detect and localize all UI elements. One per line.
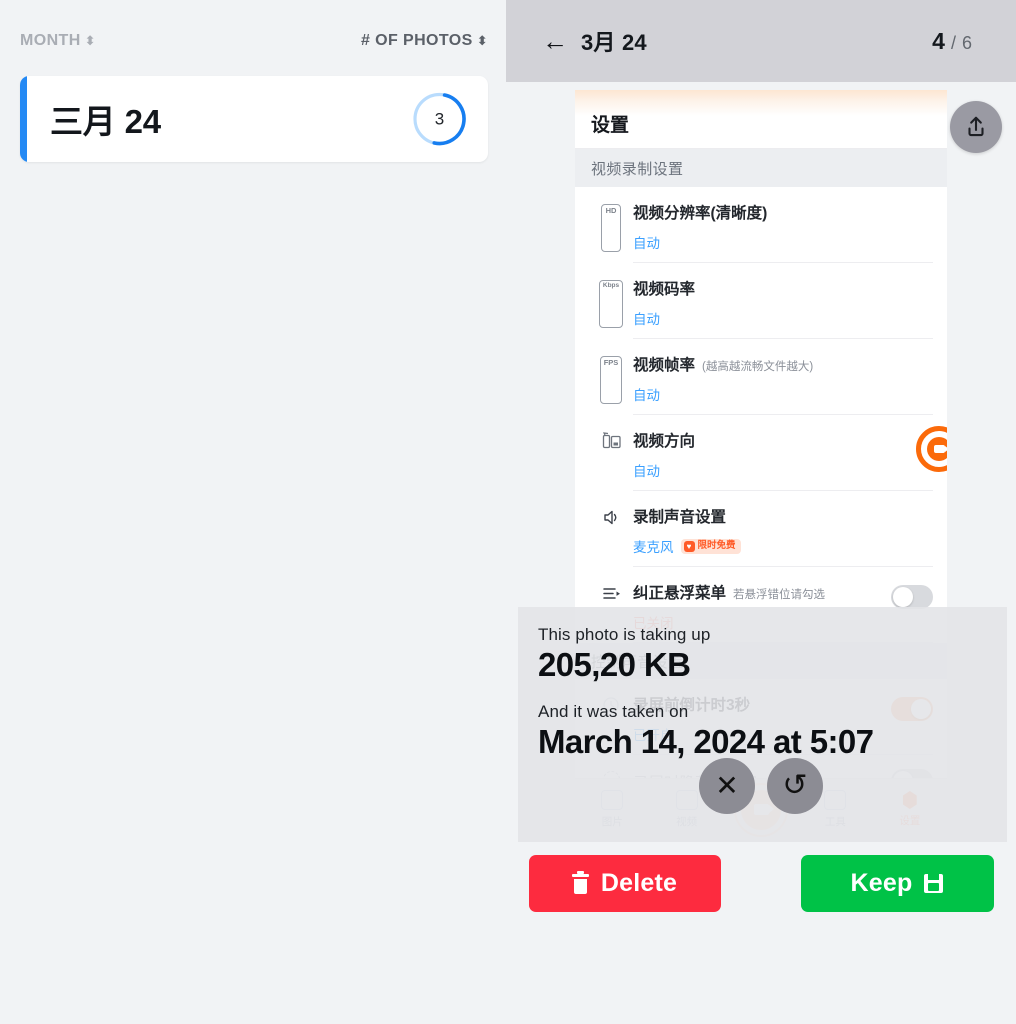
app-root: MONTH ⬍ # OF PHOTOS ⬍ 三月 24 3 ← 3月 24 4 … bbox=[0, 0, 1016, 1024]
keep-button[interactable]: Keep bbox=[800, 855, 994, 912]
month-label: 三月 24 bbox=[50, 103, 161, 140]
limited-free-badge: ♥ 限时免费 bbox=[680, 538, 741, 554]
close-button[interactable]: ✕ bbox=[699, 758, 755, 814]
settings-row[interactable]: 录制声音设置 麦克风 ♥ 限时免费 bbox=[575, 491, 947, 567]
settings-section-header: 视频录制设置 bbox=[575, 149, 947, 187]
bitrate-badge-icon: Kbps bbox=[589, 277, 633, 328]
settings-row-label: 视频方向 bbox=[633, 433, 696, 450]
size-value: 205,20 KB bbox=[538, 646, 691, 683]
hd-badge-icon: HD bbox=[589, 201, 633, 252]
column-header-month: MONTH bbox=[20, 32, 81, 49]
photo-review-pane: ← 3月 24 4 / 6 设置 视频录制设置 HD 视频分辨率(清晰度) 自动… bbox=[506, 0, 1016, 1024]
close-icon: ✕ bbox=[715, 770, 739, 801]
limited-free-label: 限时免费 bbox=[697, 540, 736, 552]
photo-app-title: 设置 bbox=[591, 115, 630, 136]
record-dot-icon bbox=[927, 437, 947, 461]
photo-counter: 4 / 6 bbox=[932, 28, 972, 55]
settings-row-label-wrap: 视频分辨率(清晰度) bbox=[633, 201, 933, 223]
undo-icon: ↺ bbox=[782, 769, 808, 802]
settings-row-label: 视频码率 bbox=[633, 281, 696, 298]
photo-count-ring: 3 bbox=[411, 91, 468, 148]
share-button[interactable] bbox=[950, 101, 1002, 153]
settings-row-value-wrap: 麦克风 ♥ 限时免费 bbox=[633, 536, 933, 556]
delete-label: Delete bbox=[600, 869, 678, 897]
detail-header: ← 3月 24 4 / 6 bbox=[506, 0, 1016, 82]
settings-row-toggle[interactable] bbox=[891, 585, 933, 609]
settings-section-label: 视频录制设置 bbox=[591, 160, 684, 178]
list-column-headers: MONTH ⬍ # OF PHOTOS ⬍ bbox=[20, 32, 488, 50]
column-header-photos: # OF PHOTOS bbox=[361, 32, 473, 49]
settings-row-label: 视频帧率 bbox=[633, 357, 696, 374]
month-list-pane: MONTH ⬍ # OF PHOTOS ⬍ 三月 24 3 bbox=[0, 0, 506, 1024]
settings-row[interactable]: HD 视频分辨率(清晰度) 自动 bbox=[575, 187, 947, 263]
settings-row-value: 自动 bbox=[633, 312, 660, 327]
save-icon bbox=[924, 874, 944, 893]
settings-row[interactable]: Kbps 视频码率 自动 bbox=[575, 263, 947, 339]
settings-row-label: 视频分辨率(清晰度) bbox=[633, 205, 768, 222]
sort-arrows-icon: ⬍ bbox=[84, 32, 96, 48]
upload-icon bbox=[968, 116, 984, 137]
settings-row-hint: (越高越流畅文件越大) bbox=[702, 361, 814, 373]
photo-info-overlay: This photo is taking up 205,20 KB And it… bbox=[518, 607, 1007, 842]
date-caption: And it was taken on bbox=[538, 702, 689, 721]
sort-by-month-button[interactable]: MONTH ⬍ bbox=[20, 32, 96, 50]
sort-by-photos-button[interactable]: # OF PHOTOS ⬍ bbox=[361, 32, 488, 50]
photo-count-label: 3 bbox=[434, 109, 445, 128]
fire-icon: ♥ bbox=[683, 540, 695, 552]
delete-button[interactable]: Delete bbox=[528, 855, 721, 912]
detail-title: 3月 24 bbox=[581, 30, 647, 55]
speaker-icon bbox=[589, 505, 633, 556]
settings-row-label: 录制声音设置 bbox=[633, 509, 727, 526]
settings-row-value: 自动 bbox=[633, 388, 660, 403]
selected-accent-bar bbox=[20, 76, 27, 162]
settings-row-hint: 若悬浮错位请勾选 bbox=[733, 589, 826, 601]
counter-current: 4 bbox=[932, 27, 945, 54]
decision-buttons: Delete Keep bbox=[506, 855, 1016, 912]
bitrate-badge-label: Kbps bbox=[598, 280, 624, 328]
settings-row-value: 自动 bbox=[633, 236, 660, 251]
counter-separator: / bbox=[950, 32, 956, 53]
list-item[interactable]: 三月 24 3 bbox=[20, 76, 488, 162]
settings-row-value: 麦克风 bbox=[633, 540, 674, 555]
undo-button[interactable]: ↺ bbox=[767, 758, 823, 814]
fps-badge-icon: FPS bbox=[589, 353, 633, 404]
keep-label: Keep bbox=[850, 869, 913, 897]
back-button[interactable]: ← 3月 24 bbox=[542, 25, 647, 57]
sort-arrows-icon: ⬍ bbox=[476, 32, 488, 48]
status-bar-gradient bbox=[575, 90, 947, 116]
counter-total: 6 bbox=[961, 32, 972, 53]
settings-row-value: 自动 bbox=[633, 464, 660, 479]
camera-glyph-icon bbox=[933, 445, 947, 453]
settings-row[interactable]: 视频方向 自动 bbox=[575, 415, 947, 491]
size-caption: This photo is taking up bbox=[538, 625, 711, 644]
settings-row-label: 纠正悬浮菜单 bbox=[633, 585, 727, 602]
fps-badge-label: FPS bbox=[599, 356, 623, 404]
settings-row[interactable]: FPS 视频帧率 (越高越流畅文件越大) 自动 bbox=[575, 339, 947, 415]
back-arrow-icon: ← bbox=[542, 26, 568, 56]
hd-badge-label: HD bbox=[601, 204, 621, 252]
trash-icon bbox=[571, 871, 589, 894]
date-value: March 14, 2024 at 5:07 bbox=[538, 723, 874, 760]
orientation-icon bbox=[589, 429, 633, 480]
